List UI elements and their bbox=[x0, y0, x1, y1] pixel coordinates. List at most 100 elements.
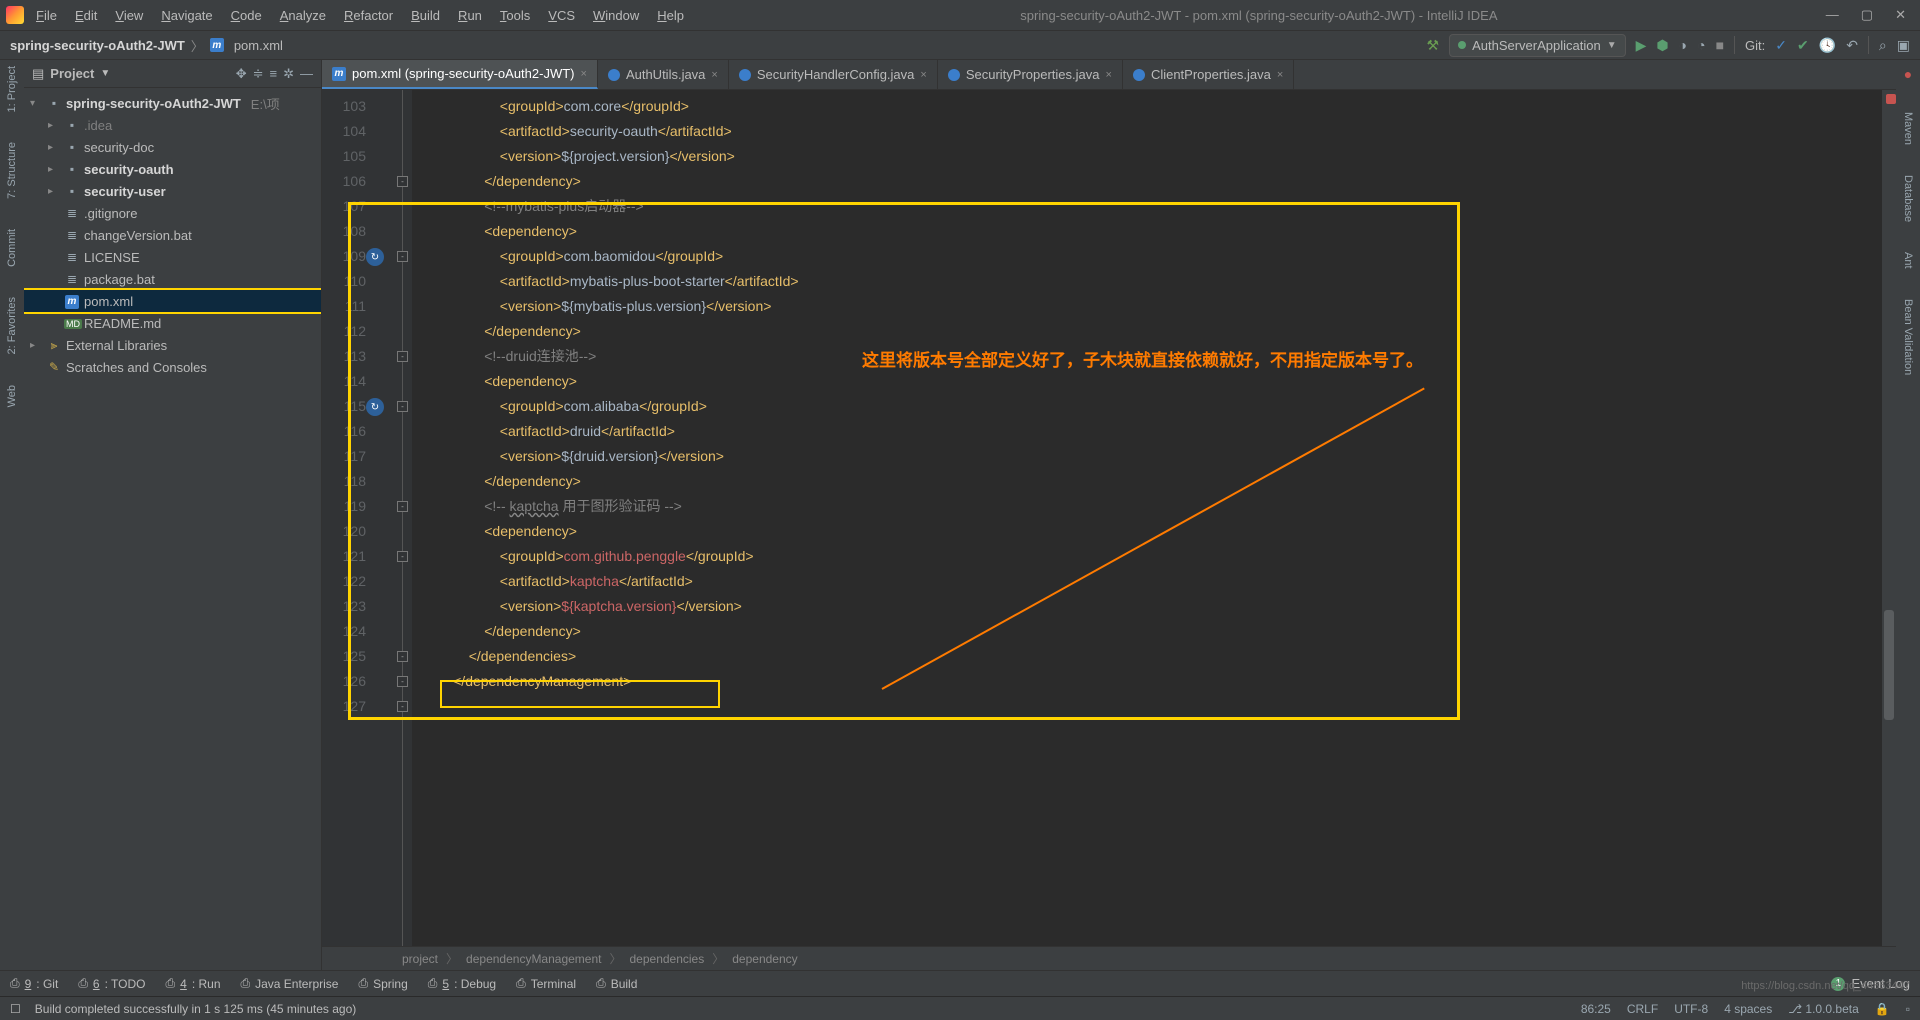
project-panel-title[interactable]: Project bbox=[50, 66, 94, 81]
chevron-down-icon[interactable]: ▼ bbox=[100, 68, 110, 79]
fold-toggle-icon[interactable]: - bbox=[397, 401, 408, 412]
editor-tab-securityhandlerconfig-java[interactable]: SecurityHandlerConfig.java× bbox=[729, 60, 938, 89]
project-tree[interactable]: ▾▪spring-security-oAuth2-JWTE:\项▸▪.idea▸… bbox=[24, 88, 321, 970]
tree-row-security-doc[interactable]: ▸▪security-doc bbox=[24, 136, 321, 158]
maximize-icon[interactable]: ▢ bbox=[1861, 7, 1873, 23]
editor-tab-authutils-java[interactable]: AuthUtils.java× bbox=[598, 60, 729, 89]
editor-tab-pom-xml-spring-security-oauth2-jwt-[interactable]: mpom.xml (spring-security-oAuth2-JWT)× bbox=[322, 60, 598, 89]
profile-icon[interactable]: ◔ bbox=[1697, 37, 1705, 53]
close-tab-icon[interactable]: × bbox=[711, 69, 717, 81]
tool-window-run[interactable]: ⎙ 4: Run bbox=[166, 976, 221, 991]
left-strip-2-favorites[interactable]: 2: Favorites bbox=[6, 297, 18, 354]
tree-row-package-bat[interactable]: ≣package.bat bbox=[24, 268, 321, 290]
minimize-icon[interactable]: ― bbox=[1826, 7, 1839, 23]
ide-settings-icon[interactable]: ▣ bbox=[1897, 37, 1910, 54]
right-strip-database[interactable]: Database bbox=[1902, 175, 1914, 222]
debug-icon[interactable]: ⬢ bbox=[1656, 37, 1668, 54]
locate-icon[interactable]: ✥ bbox=[236, 66, 247, 82]
fold-toggle-icon[interactable]: - bbox=[397, 701, 408, 712]
git-commit-icon[interactable]: ✔ bbox=[1797, 37, 1809, 54]
git-update-icon[interactable]: ✓ bbox=[1775, 37, 1787, 54]
fold-toggle-icon[interactable]: - bbox=[397, 176, 408, 187]
run-config-selector[interactable]: AuthServerApplication ▼ bbox=[1449, 34, 1626, 57]
menu-refactor[interactable]: Refactor bbox=[336, 4, 401, 27]
fold-toggle-icon[interactable]: - bbox=[397, 251, 408, 262]
file-encoding[interactable]: UTF-8 bbox=[1674, 1002, 1708, 1016]
tree-row-license[interactable]: ≣LICENSE bbox=[24, 246, 321, 268]
left-strip-1-project[interactable]: 1: Project bbox=[6, 66, 18, 112]
line-separator[interactable]: CRLF bbox=[1627, 1002, 1658, 1016]
fold-toggle-icon[interactable]: - bbox=[397, 351, 408, 362]
caret-position[interactable]: 86:25 bbox=[1581, 1002, 1611, 1016]
indent-info[interactable]: 4 spaces bbox=[1724, 1002, 1772, 1016]
editor-breadcrumbs[interactable]: project〉dependencyManagement〉dependencie… bbox=[322, 946, 1896, 970]
tool-window-java-enterprise[interactable]: ⎙ Java Enterprise bbox=[241, 976, 339, 991]
memory-indicator[interactable]: ▫ bbox=[1906, 1002, 1910, 1016]
breadcrumb-dependency[interactable]: dependency bbox=[732, 952, 797, 966]
close-tab-icon[interactable]: × bbox=[920, 69, 926, 81]
menu-edit[interactable]: Edit bbox=[67, 4, 105, 27]
git-revert-icon[interactable]: ↶ bbox=[1846, 37, 1858, 54]
tool-window-todo[interactable]: ⎙ 6: TODO bbox=[78, 976, 145, 991]
fold-toggle-icon[interactable]: - bbox=[397, 676, 408, 687]
run-icon[interactable]: ▶ bbox=[1636, 37, 1647, 54]
editor-tab-securityproperties-java[interactable]: SecurityProperties.java× bbox=[938, 60, 1123, 89]
left-strip-commit[interactable]: Commit bbox=[6, 229, 18, 267]
right-strip-maven[interactable]: Maven bbox=[1902, 112, 1914, 145]
gear-icon[interactable]: ✲ bbox=[283, 66, 294, 82]
editor-tab-clientproperties-java[interactable]: ClientProperties.java× bbox=[1123, 60, 1294, 89]
tree-row-changeversion-bat[interactable]: ≣changeVersion.bat bbox=[24, 224, 321, 246]
fold-toggle-icon[interactable]: - bbox=[397, 651, 408, 662]
tree-row-readme-md[interactable]: MDREADME.md bbox=[24, 312, 321, 334]
menu-analyze[interactable]: Analyze bbox=[272, 4, 334, 27]
tree-row-spring-security-oauth2-jwt[interactable]: ▾▪spring-security-oAuth2-JWTE:\项 bbox=[24, 92, 321, 114]
git-branch[interactable]: ⎇ 1.0.0.beta bbox=[1788, 1002, 1859, 1016]
coverage-icon[interactable]: ◑ bbox=[1679, 37, 1687, 53]
menu-code[interactable]: Code bbox=[223, 4, 270, 27]
close-tab-icon[interactable]: × bbox=[1277, 69, 1283, 81]
fold-column[interactable]: - - - - - - - - - bbox=[394, 90, 412, 946]
close-tab-icon[interactable]: × bbox=[1106, 69, 1112, 81]
git-history-icon[interactable]: 🕓 bbox=[1819, 37, 1836, 54]
tree-row--gitignore[interactable]: ≣.gitignore bbox=[24, 202, 321, 224]
lock-icon[interactable]: 🔒 bbox=[1875, 1002, 1890, 1016]
tool-window-debug[interactable]: ⎙ 5: Debug bbox=[428, 976, 496, 991]
editor-gutter[interactable]: 103104105106107108109↻110111112113114115… bbox=[322, 90, 394, 946]
tool-window-git[interactable]: ⎙ 9: Git bbox=[10, 976, 58, 991]
tool-window-build[interactable]: ⎙ Build bbox=[596, 976, 637, 991]
breadcrumb-project[interactable]: project bbox=[402, 952, 438, 966]
hide-icon[interactable]: — bbox=[300, 66, 313, 81]
right-strip-ant[interactable]: Ant bbox=[1902, 252, 1914, 269]
tree-row--idea[interactable]: ▸▪.idea bbox=[24, 114, 321, 136]
status-icon[interactable]: ☐ bbox=[10, 1002, 21, 1016]
tree-row-external-libraries[interactable]: ▸⫸External Libraries bbox=[24, 334, 321, 356]
menu-window[interactable]: Window bbox=[585, 4, 647, 27]
gutter-maven-icon[interactable]: ↻ bbox=[366, 248, 384, 266]
menu-help[interactable]: Help bbox=[649, 4, 692, 27]
tool-window-terminal[interactable]: ⎙ Terminal bbox=[516, 976, 576, 991]
left-strip-web[interactable]: Web bbox=[6, 385, 18, 407]
menu-navigate[interactable]: Navigate bbox=[153, 4, 220, 27]
code-editor[interactable]: <groupId>com.core</groupId> <artifactId>… bbox=[412, 90, 1882, 946]
breadcrumb-file[interactable]: pom.xml bbox=[234, 38, 283, 53]
fold-toggle-icon[interactable]: - bbox=[397, 501, 408, 512]
breadcrumb-dependencies[interactable]: dependencies bbox=[630, 952, 705, 966]
right-strip-bean-validation[interactable]: Bean Validation bbox=[1902, 299, 1914, 375]
menu-tools[interactable]: Tools bbox=[492, 4, 538, 27]
fold-toggle-icon[interactable]: - bbox=[397, 551, 408, 562]
breadcrumb-dependencyManagement[interactable]: dependencyManagement bbox=[466, 952, 601, 966]
vertical-scrollbar[interactable] bbox=[1882, 90, 1896, 946]
build-hammer-icon[interactable]: ⚒ bbox=[1427, 37, 1440, 54]
menu-vcs[interactable]: VCS bbox=[540, 4, 583, 27]
tree-row-pom-xml[interactable]: mpom.xml bbox=[24, 290, 321, 312]
stop-icon[interactable]: ■ bbox=[1716, 37, 1724, 53]
scrollbar-thumb[interactable] bbox=[1884, 610, 1894, 720]
close-icon[interactable]: ✕ bbox=[1895, 7, 1906, 23]
search-icon[interactable]: ⌕ bbox=[1879, 37, 1887, 54]
menu-file[interactable]: File bbox=[28, 4, 65, 27]
close-tab-icon[interactable]: × bbox=[581, 68, 587, 80]
collapse-all-icon[interactable]: ≡ bbox=[270, 66, 278, 81]
breadcrumb-root[interactable]: spring-security-oAuth2-JWT bbox=[10, 38, 185, 53]
menu-view[interactable]: View bbox=[107, 4, 151, 27]
tree-row-security-oauth[interactable]: ▸▪security-oauth bbox=[24, 158, 321, 180]
